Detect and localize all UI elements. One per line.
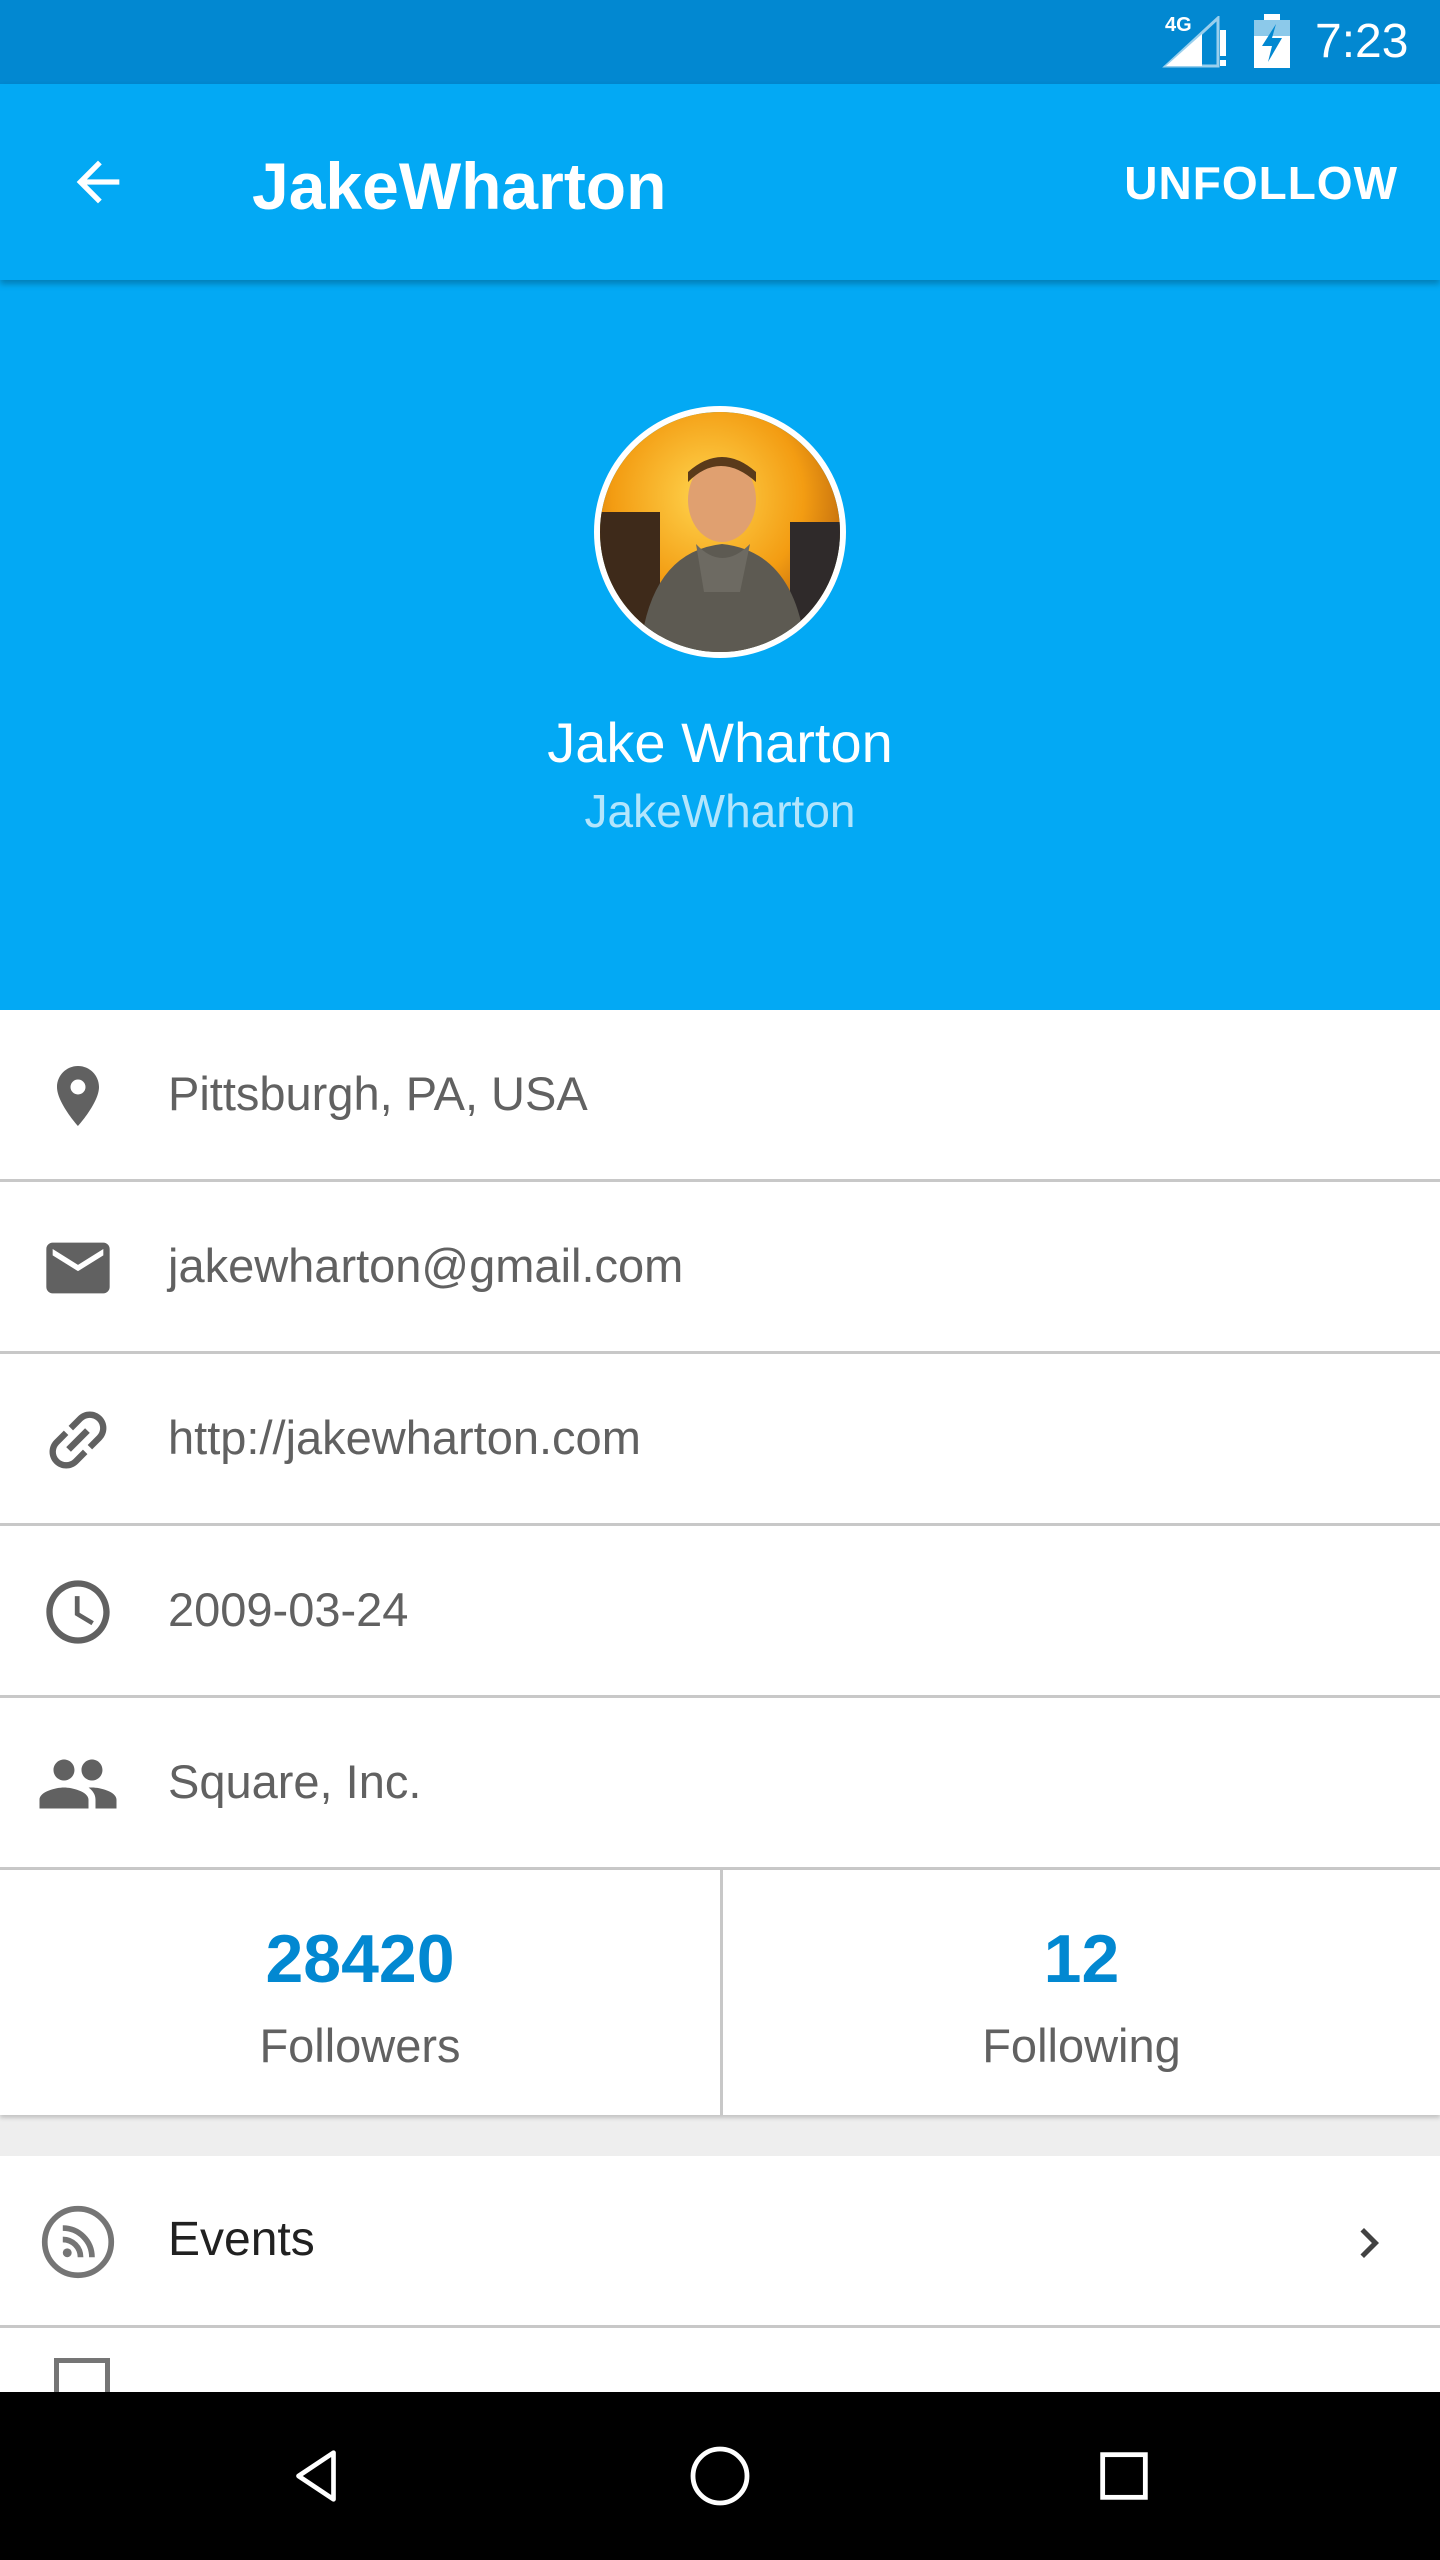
location-pin-icon bbox=[36, 1054, 120, 1138]
arrow-back-icon bbox=[76, 160, 120, 204]
nav-recents-button[interactable] bbox=[1076, 2428, 1172, 2524]
app-toolbar: JakeWharton UNFOLLOW bbox=[0, 84, 1440, 280]
link-icon bbox=[36, 1398, 120, 1482]
following-count: 12 bbox=[1043, 1921, 1120, 1997]
company-text: Square, Inc. bbox=[168, 1755, 422, 1808]
menu-item-events-label: Events bbox=[168, 2213, 315, 2266]
battery-charging-icon bbox=[1254, 14, 1290, 68]
status-bar: 4G 7:23 bbox=[0, 0, 1440, 84]
avatar-photo-image bbox=[600, 412, 840, 652]
detail-row-email[interactable]: jakewharton@gmail.com bbox=[0, 1182, 1440, 1354]
profile-menu-list: Events bbox=[0, 2156, 1440, 2398]
detail-row-company: Square, Inc. bbox=[0, 1698, 1440, 1870]
email-text: jakewharton@gmail.com bbox=[168, 1239, 684, 1292]
status-clock: 7:23 bbox=[1315, 15, 1409, 68]
nav-home-icon bbox=[690, 2446, 750, 2506]
profile-header: Jake Wharton JakeWharton bbox=[0, 280, 1440, 1010]
detail-row-website[interactable]: http://jakewharton.com bbox=[0, 1354, 1440, 1526]
back-button[interactable] bbox=[56, 140, 140, 224]
joined-date-text: 2009-03-24 bbox=[168, 1583, 409, 1636]
nav-recents-icon bbox=[1100, 2452, 1148, 2500]
profile-details-list: Pittsburgh, PA, USA jakewharton@gmail.co… bbox=[0, 1010, 1440, 1870]
followers-label: Followers bbox=[259, 2019, 461, 2072]
clock-icon bbox=[36, 1570, 120, 1654]
unfollow-button[interactable]: UNFOLLOW bbox=[1124, 156, 1398, 210]
location-text: Pittsburgh, PA, USA bbox=[168, 1067, 588, 1120]
rss-feed-icon bbox=[36, 2200, 120, 2284]
chevron-right-icon bbox=[1334, 2208, 1404, 2278]
detail-row-joined: 2009-03-24 bbox=[0, 1526, 1440, 1698]
toolbar-title: JakeWharton bbox=[252, 149, 667, 223]
nav-back-icon bbox=[296, 2450, 336, 2502]
following-label: Following bbox=[982, 2019, 1181, 2072]
profile-login: JakeWharton bbox=[584, 785, 856, 837]
menu-item-partial[interactable] bbox=[0, 2328, 1440, 2398]
detail-row-location[interactable]: Pittsburgh, PA, USA bbox=[0, 1010, 1440, 1182]
email-icon bbox=[36, 1226, 120, 1310]
follow-stats: 28420 Followers 12 Following bbox=[0, 1870, 1440, 2115]
nav-back-button[interactable] bbox=[268, 2428, 364, 2524]
followers-stat[interactable]: 28420 Followers bbox=[0, 1870, 720, 2115]
group-icon bbox=[36, 1742, 120, 1826]
system-navigation-bar bbox=[0, 2392, 1440, 2560]
following-stat[interactable]: 12 Following bbox=[720, 1870, 1440, 2115]
followers-count: 28420 bbox=[265, 1921, 455, 1997]
menu-item-events[interactable]: Events bbox=[0, 2156, 1440, 2328]
cell-signal-icon bbox=[1162, 16, 1226, 68]
nav-home-button[interactable] bbox=[672, 2428, 768, 2524]
website-text: http://jakewharton.com bbox=[168, 1411, 641, 1464]
profile-full-name: Jake Wharton bbox=[547, 711, 893, 774]
avatar bbox=[594, 406, 846, 658]
